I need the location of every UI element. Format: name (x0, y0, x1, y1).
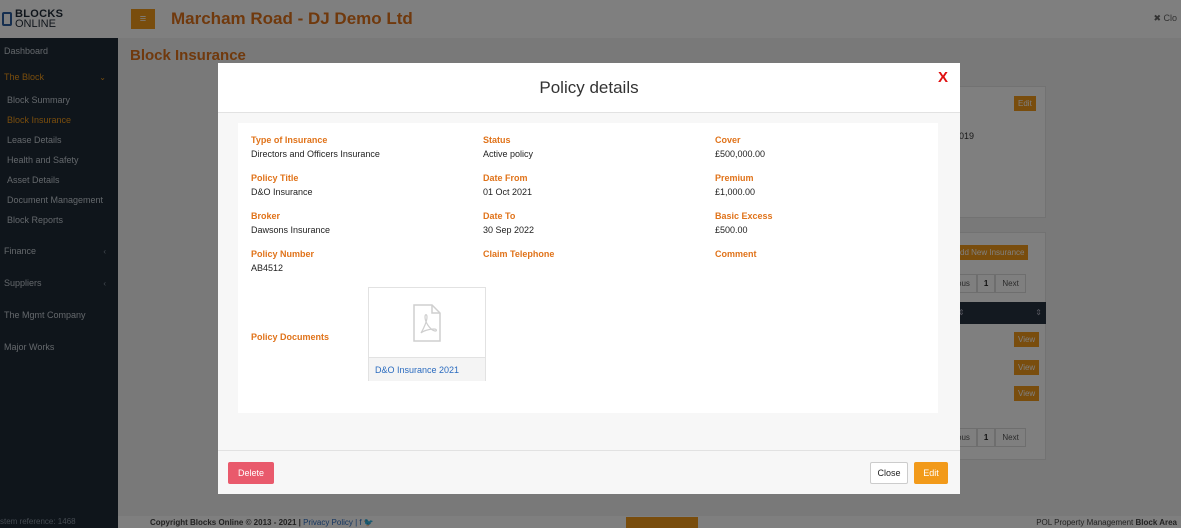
modal-title: Policy details (539, 78, 639, 97)
field-policy-number: Policy Number AB4512 (251, 249, 314, 273)
field-broker: Broker Dawsons Insurance (251, 211, 330, 235)
field-value: £500,000.00 (715, 149, 766, 159)
edit-button[interactable]: Edit (914, 462, 948, 484)
field-value: 30 Sep 2022 (483, 225, 535, 235)
field-label: Date From (483, 173, 528, 183)
policy-details-modal: Policy details X Type of Insurance Direc… (218, 63, 960, 494)
document-link[interactable]: D&O Insurance 2021 (369, 357, 485, 381)
field-status: Status Active policy (483, 135, 533, 159)
field-label: Broker (251, 211, 281, 221)
field-value: £500.00 (715, 225, 748, 235)
field-date-to: Date To 30 Sep 2022 (483, 211, 534, 235)
field-label: Policy Number (251, 249, 315, 259)
delete-button[interactable]: Delete (228, 462, 274, 484)
policy-documents-label: Policy Documents (251, 332, 330, 342)
close-button[interactable]: Close (870, 462, 908, 484)
field-premium: Premium £1,000.00 (715, 173, 755, 197)
field-label: Claim Telephone (483, 249, 555, 259)
field-label: Comment (715, 249, 757, 259)
close-icon[interactable]: X (938, 69, 948, 86)
field-value: £1,000.00 (715, 187, 756, 197)
field-policy-title: Policy Title D&O Insurance (251, 173, 313, 197)
field-date-from: Date From 01 Oct 2021 (483, 173, 532, 197)
field-label: Policy Title (251, 173, 299, 183)
field-label: Premium (715, 173, 754, 183)
field-label: Date To (483, 211, 516, 221)
field-comment: Comment (715, 249, 757, 259)
field-label: Basic Excess (715, 211, 773, 221)
field-value: 01 Oct 2021 (483, 187, 533, 197)
field-label: Status (483, 135, 511, 145)
field-value: D&O Insurance (251, 187, 313, 197)
modal-header: Policy details X (218, 63, 960, 113)
field-type-of-insurance: Type of Insurance Directors and Officers… (251, 135, 380, 159)
modal-body: Type of Insurance Directors and Officers… (238, 123, 938, 413)
document-card[interactable]: D&O Insurance 2021 (368, 287, 486, 381)
field-value: Directors and Officers Insurance (251, 149, 380, 159)
field-cover: Cover £500,000.00 (715, 135, 765, 159)
modal-footer: Delete Close Edit (218, 450, 960, 494)
field-value: Active policy (483, 149, 534, 159)
field-value: Dawsons Insurance (251, 225, 331, 235)
field-value: AB4512 (251, 263, 284, 273)
field-basic-excess: Basic Excess £500.00 (715, 211, 773, 235)
field-label: Type of Insurance (251, 135, 328, 145)
field-claim-telephone: Claim Telephone (483, 249, 554, 259)
pdf-file-icon (369, 288, 485, 357)
field-label: Cover (715, 135, 741, 145)
